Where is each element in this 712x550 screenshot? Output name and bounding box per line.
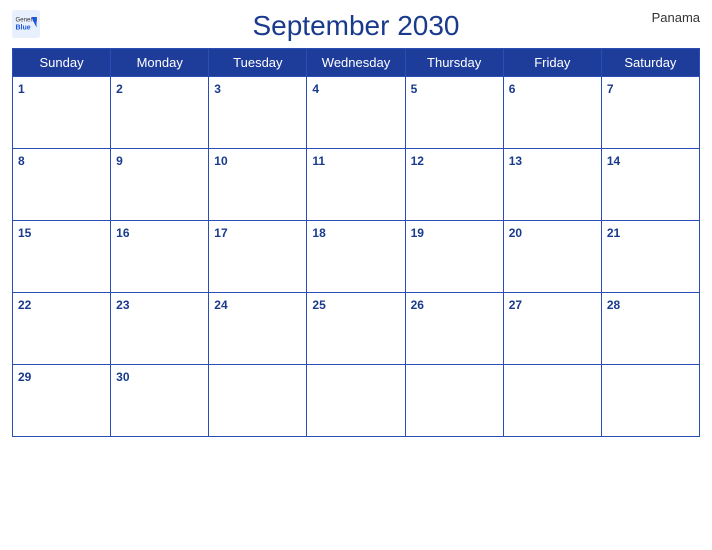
day-cell-empty-4 [503, 365, 601, 437]
day-cell-30: 30 [111, 365, 209, 437]
day-cell-12: 12 [405, 149, 503, 221]
day-cell-9: 9 [111, 149, 209, 221]
country-label: Panama [652, 10, 700, 25]
calendar-grid: Sunday Monday Tuesday Wednesday Thursday… [12, 48, 700, 437]
day-cell-28: 28 [601, 293, 699, 365]
day-cell-26: 26 [405, 293, 503, 365]
svg-text:Blue: Blue [16, 24, 31, 31]
week-row-5: 29 30 [13, 365, 700, 437]
day-cell-empty-1 [209, 365, 307, 437]
day-cell-18: 18 [307, 221, 405, 293]
day-cell-29: 29 [13, 365, 111, 437]
day-cell-11: 11 [307, 149, 405, 221]
day-cell-2: 2 [111, 77, 209, 149]
calendar-title: September 2030 [252, 10, 459, 42]
day-cell-22: 22 [13, 293, 111, 365]
day-cell-7: 7 [601, 77, 699, 149]
day-cell-empty-3 [405, 365, 503, 437]
day-cell-6: 6 [503, 77, 601, 149]
calendar-header: General Blue September 2030 Panama [12, 10, 700, 42]
day-cell-14: 14 [601, 149, 699, 221]
day-cell-24: 24 [209, 293, 307, 365]
day-cell-13: 13 [503, 149, 601, 221]
header-sunday: Sunday [13, 49, 111, 77]
day-cell-19: 19 [405, 221, 503, 293]
logo-area: General Blue [12, 10, 40, 38]
day-cell-15: 15 [13, 221, 111, 293]
week-row-1: 1 2 3 4 5 6 7 [13, 77, 700, 149]
week-row-3: 15 16 17 18 19 20 21 [13, 221, 700, 293]
day-cell-20: 20 [503, 221, 601, 293]
day-cell-3: 3 [209, 77, 307, 149]
day-cell-21: 21 [601, 221, 699, 293]
day-cell-10: 10 [209, 149, 307, 221]
header-monday: Monday [111, 49, 209, 77]
day-cell-5: 5 [405, 77, 503, 149]
header-wednesday: Wednesday [307, 49, 405, 77]
generalblue-logo-icon: General Blue [12, 10, 40, 38]
day-cell-25: 25 [307, 293, 405, 365]
day-cell-27: 27 [503, 293, 601, 365]
calendar-container: General Blue September 2030 Panama Sunda… [0, 0, 712, 550]
day-cell-8: 8 [13, 149, 111, 221]
week-row-2: 8 9 10 11 12 13 14 [13, 149, 700, 221]
day-cell-empty-5 [601, 365, 699, 437]
header-thursday: Thursday [405, 49, 503, 77]
header-tuesday: Tuesday [209, 49, 307, 77]
day-cell-16: 16 [111, 221, 209, 293]
header-friday: Friday [503, 49, 601, 77]
week-row-4: 22 23 24 25 26 27 28 [13, 293, 700, 365]
weekday-header-row: Sunday Monday Tuesday Wednesday Thursday… [13, 49, 700, 77]
day-cell-1: 1 [13, 77, 111, 149]
header-saturday: Saturday [601, 49, 699, 77]
day-cell-17: 17 [209, 221, 307, 293]
day-cell-4: 4 [307, 77, 405, 149]
day-cell-empty-2 [307, 365, 405, 437]
day-cell-23: 23 [111, 293, 209, 365]
